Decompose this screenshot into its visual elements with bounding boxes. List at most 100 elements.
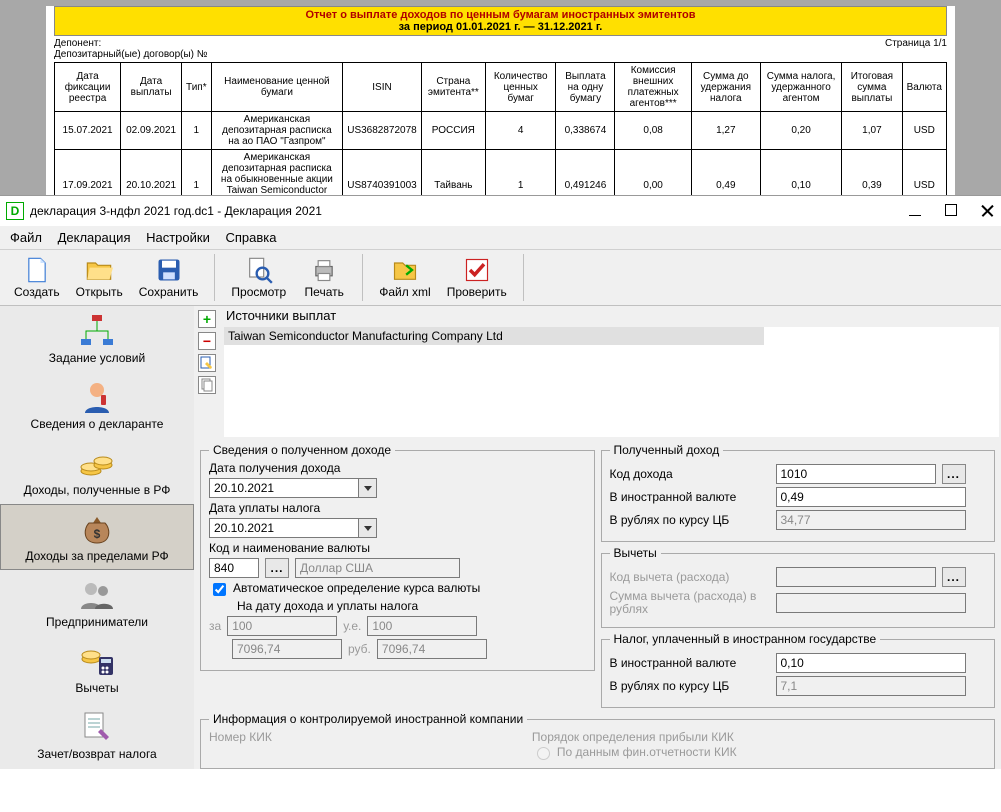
- ftax-fx-input[interactable]: [776, 653, 966, 673]
- app-icon: D: [6, 202, 24, 220]
- close-button[interactable]: [981, 204, 995, 218]
- report-cell: US3682872078: [343, 112, 422, 150]
- report-title-line1: Отчет о выплате доходов по ценным бумага…: [57, 9, 944, 21]
- coins-icon: [77, 445, 117, 481]
- sidebar-income-abroad-label: Доходы за пределами РФ: [25, 549, 168, 563]
- cfc-opt1-label: По данным фин.отчетности КИК: [557, 745, 737, 759]
- report-title-line2: за период 01.01.2021 г. — 31.12.2021 г.: [57, 21, 944, 33]
- printer-icon: [310, 256, 338, 284]
- source-item[interactable]: Taiwan Semiconductor Manufacturing Compa…: [224, 327, 764, 345]
- titlebar: D декларация 3-ндфл 2021 год.dc1 - Декла…: [0, 196, 1001, 226]
- menu-declaration[interactable]: Декларация: [58, 230, 131, 245]
- report-header-cell: Итоговая сумма выплаты: [842, 63, 902, 112]
- date-tax-dropdown[interactable]: [359, 518, 377, 538]
- sidebar-income-rf[interactable]: Доходы, полученные в РФ: [0, 438, 194, 504]
- income-code-label: Код дохода: [610, 467, 770, 481]
- deduct-code-browse[interactable]: ...: [942, 567, 966, 587]
- currency-browse-button[interactable]: ...: [265, 558, 289, 578]
- sidebar-income-abroad[interactable]: $ Доходы за пределами РФ: [0, 504, 194, 570]
- date-received-label: Дата получения дохода: [209, 461, 586, 475]
- ue-label: у.е.: [343, 619, 361, 633]
- deduct-code-label: Код вычета (расхода): [610, 570, 770, 584]
- sidebar-declarant[interactable]: Сведения о декларанте: [0, 372, 194, 438]
- date-received-input[interactable]: [209, 478, 359, 498]
- add-source-button[interactable]: +: [198, 310, 216, 328]
- za-label: за: [209, 619, 221, 633]
- date-tax-label: Дата уплаты налога: [209, 501, 586, 515]
- cfc-legend: Информация о контролируемой иностранной …: [209, 712, 527, 726]
- sidebar-entrepreneurs-label: Предприниматели: [46, 615, 148, 629]
- report-header-cell: Дата выплаты: [121, 63, 182, 112]
- cfc-order-label: Порядок определения прибыли КИК: [532, 730, 737, 744]
- sources-title: Источники выплат: [222, 306, 1001, 325]
- toolbar-check[interactable]: Проверить: [439, 254, 515, 301]
- menu-settings[interactable]: Настройки: [146, 230, 210, 245]
- auto-rate-checkbox[interactable]: [213, 583, 226, 596]
- foreign-tax-group: Налог, уплаченный в иностранном государс…: [601, 632, 996, 708]
- income-code-input[interactable]: [776, 464, 936, 484]
- report-cell: 0,10: [760, 150, 841, 196]
- minimize-button[interactable]: [909, 204, 923, 218]
- maximize-button[interactable]: [945, 204, 959, 218]
- ftax-rub-label: В рублях по курсу ЦБ: [610, 679, 770, 693]
- sidebar-declarant-label: Сведения о декларанте: [31, 417, 164, 431]
- menubar: Файл Декларация Настройки Справка: [0, 226, 1001, 250]
- sidebar-conditions[interactable]: Задание условий: [0, 306, 194, 372]
- report-cell: 02.09.2021: [121, 112, 182, 150]
- person-phone-icon: [77, 379, 117, 415]
- income-rub-label: В рублях по курсу ЦБ: [610, 513, 770, 527]
- report-header-cell: ISIN: [343, 63, 422, 112]
- toolbar-preview-label: Просмотр: [231, 285, 286, 299]
- cfc-opt1-radio: [537, 747, 550, 760]
- save-floppy-icon: [155, 256, 183, 284]
- deductions-group: Вычеты Код вычета (расхода) ... Сумма вы…: [601, 546, 996, 628]
- money-bag-icon: $: [77, 511, 117, 547]
- report-cell: 0,08: [615, 112, 691, 150]
- menu-help[interactable]: Справка: [225, 230, 276, 245]
- income-code-browse[interactable]: ...: [942, 464, 966, 484]
- sources-list[interactable]: Taiwan Semiconductor Manufacturing Compa…: [224, 327, 999, 437]
- toolbar-xml[interactable]: Файл xml: [371, 254, 439, 301]
- toolbar-xml-label: Файл xml: [379, 285, 431, 299]
- currency-name: [295, 558, 460, 578]
- remove-source-button[interactable]: −: [198, 332, 216, 350]
- cfc-num-label: Номер КИК: [209, 730, 272, 744]
- report-header-cell: Количество ценных бумаг: [485, 63, 555, 112]
- deponent-label: Депонент:: [54, 38, 208, 49]
- menu-file[interactable]: Файл: [10, 230, 42, 245]
- flowchart-icon: [77, 313, 117, 349]
- report-row: 15.07.202102.09.20211Американская депози…: [55, 112, 947, 150]
- toolbar-save-label: Сохранить: [139, 285, 199, 299]
- open-folder-icon: [85, 256, 113, 284]
- report-cell: Американская депозитарная расписка на об…: [211, 150, 343, 196]
- report-cell: РОССИЯ: [421, 112, 485, 150]
- date-received-dropdown[interactable]: [359, 478, 377, 498]
- toolbar-save[interactable]: Сохранить: [131, 254, 207, 301]
- copy-source-button[interactable]: [198, 376, 216, 394]
- deductions-legend: Вычеты: [610, 546, 661, 560]
- report-cell: 0,491246: [556, 150, 615, 196]
- date-tax-input[interactable]: [209, 518, 359, 538]
- check-icon: [463, 256, 491, 284]
- toolbar-create[interactable]: Создать: [6, 254, 68, 301]
- income-rub-input: [776, 510, 966, 530]
- sidebar-entrepreneurs[interactable]: Предприниматели: [0, 570, 194, 636]
- report-header-cell: Дата фиксации реестра: [55, 63, 121, 112]
- report-cell: 15.07.2021: [55, 112, 121, 150]
- rub-2-input: [377, 639, 487, 659]
- toolbar-print[interactable]: Печать: [294, 254, 354, 301]
- sidebar-offset[interactable]: Зачет/возврат налога: [0, 702, 194, 768]
- auto-rate-checkbox-wrap: Автоматическое определение курса валюты: [209, 581, 586, 599]
- window-title: декларация 3-ндфл 2021 год.dc1 - Деклара…: [30, 204, 909, 218]
- currency-code-input[interactable]: [209, 558, 259, 578]
- income-fx-input[interactable]: [776, 487, 966, 507]
- sidebar-deductions[interactable]: Вычеты: [0, 636, 194, 702]
- rate-1-input: [227, 616, 337, 636]
- toolbar-open[interactable]: Открыть: [68, 254, 131, 301]
- export-xml-icon: [391, 256, 419, 284]
- toolbar-preview[interactable]: Просмотр: [223, 254, 294, 301]
- edit-source-button[interactable]: [198, 354, 216, 372]
- main-panel: + − Источники выплат Taiwan Semiconducto…: [194, 306, 1001, 769]
- toolbar-create-label: Создать: [14, 285, 60, 299]
- report-cell: 1,27: [691, 112, 760, 150]
